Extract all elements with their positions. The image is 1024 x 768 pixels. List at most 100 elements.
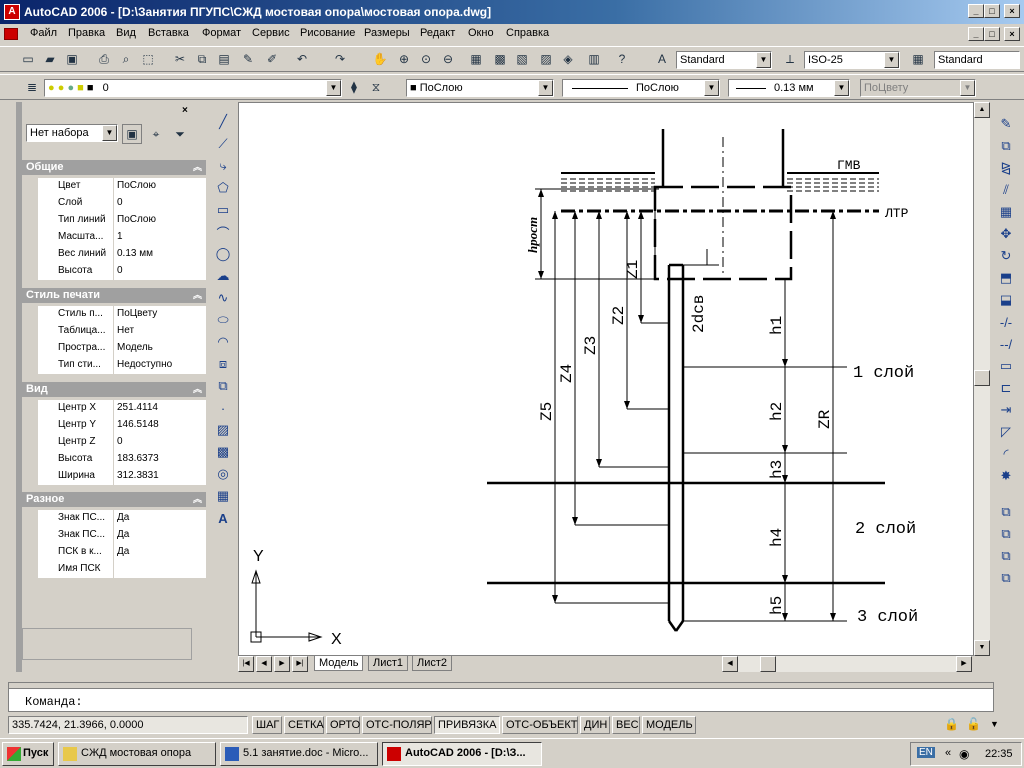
match-properties-icon[interactable]: ✎ xyxy=(238,49,258,69)
section-header[interactable]: Общие ︽ xyxy=(22,160,206,175)
autocad-app-icon[interactable]: A xyxy=(4,4,20,20)
section-header[interactable]: Вид ︽ xyxy=(22,382,206,397)
markup-icon[interactable]: ◈ xyxy=(558,49,578,69)
property-value[interactable]: 0 xyxy=(114,195,206,212)
copy-icon[interactable]: ⧉ xyxy=(192,49,212,69)
scale-icon[interactable]: ⬒ xyxy=(995,268,1017,288)
multiline-text-icon[interactable]: A xyxy=(212,508,234,528)
line-icon[interactable]: ╱ xyxy=(212,112,234,132)
plot-icon[interactable]: ⎙ xyxy=(94,49,114,69)
hatch-icon[interactable]: ▨ xyxy=(212,420,234,440)
property-value[interactable]: Да xyxy=(114,544,206,561)
draw-order-front-icon[interactable]: ⧉ xyxy=(995,502,1017,522)
sheet-set-icon[interactable]: ▨ xyxy=(536,49,556,69)
property-value[interactable]: 0 xyxy=(114,434,206,451)
property-value[interactable]: Недоступно xyxy=(114,357,206,374)
doc-minimize-button[interactable]: _ xyxy=(968,27,984,41)
menu-format[interactable]: Формат xyxy=(202,27,241,39)
scroll-up-icon[interactable]: ▲ xyxy=(974,102,990,118)
toggle-pickadd-icon[interactable]: ▣ xyxy=(122,124,142,144)
property-value[interactable]: 146.5148 xyxy=(114,417,206,434)
property-row[interactable]: Слой 0 xyxy=(38,195,206,212)
hscroll-thumb[interactable] xyxy=(760,656,776,672)
section-header[interactable]: Стиль печати ︽ xyxy=(22,288,206,303)
selection-select[interactable]: Нет набора ▼ xyxy=(26,124,118,142)
collapse-icon[interactable]: ︽ xyxy=(193,492,202,505)
property-row[interactable]: Стиль п... ПоЦвету xyxy=(38,306,206,323)
language-indicator[interactable]: EN xyxy=(917,747,935,758)
color-select[interactable]: ■ ПоСлою ▼ xyxy=(406,79,554,97)
ellipse-icon[interactable]: ⬭ xyxy=(212,310,234,330)
property-value[interactable]: 1 xyxy=(114,229,206,246)
table-icon[interactable]: ▦ xyxy=(212,486,234,506)
table-style-select[interactable]: Standard xyxy=(934,51,1020,69)
plotstyle-select[interactable]: ПоЦвету ▼ xyxy=(860,79,976,97)
region-icon[interactable]: ◎ xyxy=(212,464,234,484)
property-row[interactable]: Ширина 312.3831 xyxy=(38,468,206,485)
palette-close-icon[interactable]: × xyxy=(182,105,188,116)
close-button[interactable]: × xyxy=(1004,4,1020,18)
point-icon[interactable]: · xyxy=(212,398,234,418)
break-icon[interactable]: ⊏ xyxy=(995,378,1017,398)
tab-model[interactable]: Модель xyxy=(314,656,364,671)
status-toggle-3[interactable]: ОТС-ПОЛЯР xyxy=(362,716,432,734)
status-toggle-4[interactable]: ПРИВЯЗКА xyxy=(434,716,500,734)
rotate-icon[interactable]: ↻ xyxy=(995,246,1017,266)
scroll-down-icon[interactable]: ▼ xyxy=(974,640,990,656)
property-row[interactable]: Цвет ПоСлою xyxy=(38,178,206,195)
property-row[interactable]: Тип сти... Недоступно xyxy=(38,357,206,374)
redo-icon[interactable]: ↷ xyxy=(330,49,350,69)
break-at-point-icon[interactable]: ▭ xyxy=(995,356,1017,376)
property-row[interactable]: Высота 183.6373 xyxy=(38,451,206,468)
insert-block-icon[interactable]: ⧈ xyxy=(212,354,234,374)
document-icon[interactable] xyxy=(4,28,18,40)
zoom-realtime-icon[interactable]: ⊕ xyxy=(394,49,414,69)
taskbar-task[interactable]: 5.1 занятие.doc - Micro... xyxy=(220,742,378,766)
join-icon[interactable]: ⇥ xyxy=(995,400,1017,420)
stretch-icon[interactable]: ⬓ xyxy=(995,290,1017,310)
property-value[interactable]: 312.3831 xyxy=(114,468,206,485)
open-icon[interactable]: ▰ xyxy=(40,49,60,69)
menu-file[interactable]: Файл xyxy=(30,27,57,39)
property-value[interactable]: 183.6373 xyxy=(114,451,206,468)
doc-close-button[interactable]: × xyxy=(1004,27,1020,41)
block-editor-icon[interactable]: ✐ xyxy=(262,49,282,69)
clock[interactable]: 22:35 xyxy=(985,748,1013,760)
status-toggle-2[interactable]: ОРТО xyxy=(326,716,360,734)
property-value[interactable]: ПоСлою xyxy=(114,178,206,195)
preview-icon[interactable]: ⌕ xyxy=(116,49,136,69)
circle-icon[interactable]: ◯ xyxy=(212,244,234,264)
comm-center-icon[interactable]: 🔒 xyxy=(944,717,959,731)
text-style-icon[interactable]: A xyxy=(652,49,672,69)
start-button[interactable]: Пуск xyxy=(2,742,54,766)
save-icon[interactable]: ▣ xyxy=(62,49,82,69)
cut-icon[interactable]: ✂ xyxy=(170,49,190,69)
coordinates-readout[interactable]: 335.7424, 21.3966, 0.0000 xyxy=(8,716,248,734)
gradient-icon[interactable]: ▩ xyxy=(212,442,234,462)
menu-help[interactable]: Справка xyxy=(506,27,549,39)
fillet-icon[interactable]: ◜ xyxy=(995,444,1017,464)
last-tab-icon[interactable]: ▶| xyxy=(292,656,308,672)
trim-icon[interactable]: -/- xyxy=(995,312,1017,332)
dim-style-select[interactable]: ISO-25 ▼ xyxy=(804,51,900,69)
title-bar[interactable]: A AutoCAD 2006 - [D:\Занятия ПГУПС\СЖД м… xyxy=(0,0,1024,24)
copy-object-icon[interactable]: ⧉ xyxy=(995,136,1017,156)
status-toggle-5[interactable]: ОТС-ОБЪЕКТ xyxy=(502,716,578,734)
menu-tools[interactable]: Сервис xyxy=(252,27,290,39)
quick-select-icon[interactable]: ⏷ xyxy=(170,124,190,144)
menu-modify[interactable]: Редакт xyxy=(420,27,455,39)
property-value[interactable]: ПоСлою xyxy=(114,212,206,229)
collapse-icon[interactable]: ︽ xyxy=(193,382,202,395)
collapse-icon[interactable]: ︽ xyxy=(193,288,202,301)
status-toggle-0[interactable]: ШАГ xyxy=(252,716,282,734)
erase-icon[interactable]: ✎ xyxy=(995,114,1017,134)
spline-icon[interactable]: ∿ xyxy=(212,288,234,308)
next-tab-icon[interactable]: ▶ xyxy=(274,656,290,672)
draw-order-under-icon[interactable]: ⧉ xyxy=(995,568,1017,588)
table-style-icon[interactable]: ▦ xyxy=(908,49,928,69)
property-row[interactable]: Таблица... Нет xyxy=(38,323,206,340)
property-value[interactable]: Нет xyxy=(114,323,206,340)
layer-select[interactable]: ● ● ● ■ ■ 0 ▼ xyxy=(44,79,342,97)
vertical-scrollbar[interactable]: ▲ ▼ xyxy=(974,102,990,656)
ellipse-arc-icon[interactable]: ◠ xyxy=(212,332,234,352)
